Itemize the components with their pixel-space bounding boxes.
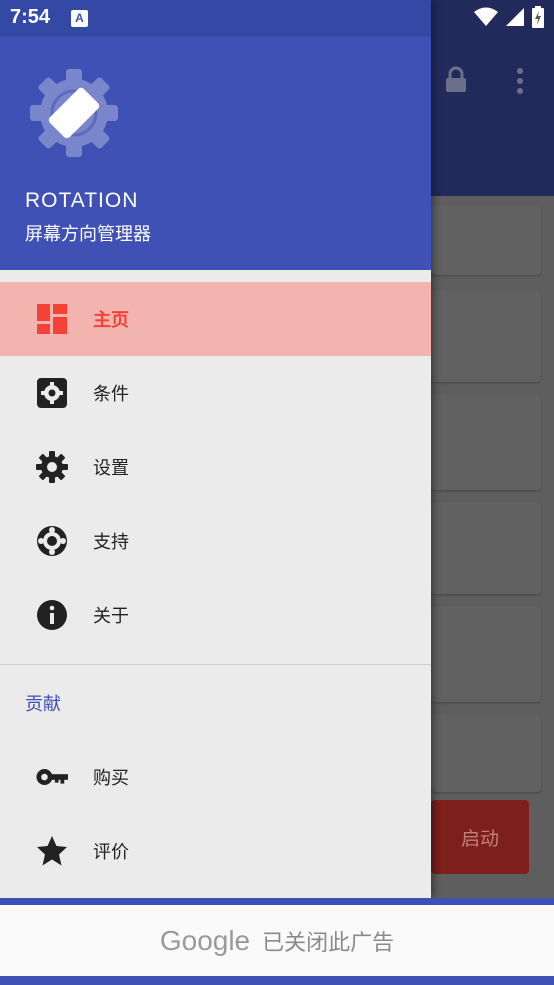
ad-closed-text: 已关闭此广告 <box>262 930 395 956</box>
background-card <box>431 714 541 792</box>
menu-item-label: 条件 <box>93 384 129 405</box>
settings-box-icon <box>36 377 68 409</box>
background-card <box>431 205 541 275</box>
info-icon <box>36 599 68 631</box>
app-title: ROTATION <box>25 189 139 212</box>
drawer-menu: 主页 条件 设置 支持 关于 <box>0 282 431 652</box>
google-logo: Google <box>159 924 251 956</box>
app-subtitle: 屏幕方向管理器 <box>25 224 151 245</box>
background-card <box>431 606 541 702</box>
drawer-header: ROTATION 屏幕方向管理器 <box>0 37 431 270</box>
menu-item-settings[interactable]: 设置 <box>0 430 431 504</box>
cell-signal-icon <box>506 8 524 26</box>
menu-item-label: 支持 <box>93 532 129 553</box>
star-icon <box>36 835 68 867</box>
more-vert-icon <box>517 68 523 94</box>
ad-closed-message: Google 已关闭此广告 <box>0 905 554 976</box>
menu-item-label: 评价 <box>93 842 129 863</box>
background-card <box>431 394 541 490</box>
start-button: 启动 <box>431 800 529 874</box>
dashboard-icon <box>36 303 68 335</box>
rotation-app-logo-icon <box>30 69 118 157</box>
menu-item-label: 设置 <box>93 458 129 479</box>
menu-item-label: 关于 <box>93 606 129 627</box>
menu-divider <box>0 664 431 665</box>
status-icons <box>474 6 544 28</box>
menu-item-support[interactable]: 支持 <box>0 504 431 578</box>
background-card <box>431 502 541 594</box>
background-card <box>431 290 541 382</box>
menu-item-home[interactable]: 主页 <box>0 282 431 356</box>
wifi-icon <box>474 7 498 26</box>
menu-item-conditions[interactable]: 条件 <box>0 356 431 430</box>
gear-icon <box>36 451 68 483</box>
navigation-drawer: 7:54 A ROTATION 屏幕方向管理器 主页 条件 设置 支持 关于 贡… <box>0 0 431 898</box>
ad-banner: Google 已关闭此广告 <box>0 898 554 985</box>
lifebuoy-icon <box>36 525 68 557</box>
status-time: 7:54 <box>10 6 51 28</box>
battery-icon <box>532 6 544 28</box>
section-header-contribute: 贡献 <box>25 694 61 715</box>
notification-a-icon: A <box>71 10 88 27</box>
menu-item-label: 主页 <box>93 310 129 331</box>
menu-item-label: 购买 <box>93 768 129 789</box>
menu-item-about[interactable]: 关于 <box>0 578 431 652</box>
drawer-menu-contribute: 购买 评价 <box>0 740 431 888</box>
drawer-status-bar: 7:54 A <box>0 0 431 37</box>
menu-item-purchase[interactable]: 购买 <box>0 740 431 814</box>
menu-item-rate[interactable]: 评价 <box>0 814 431 888</box>
key-icon <box>36 761 68 793</box>
lock-icon <box>446 66 466 92</box>
